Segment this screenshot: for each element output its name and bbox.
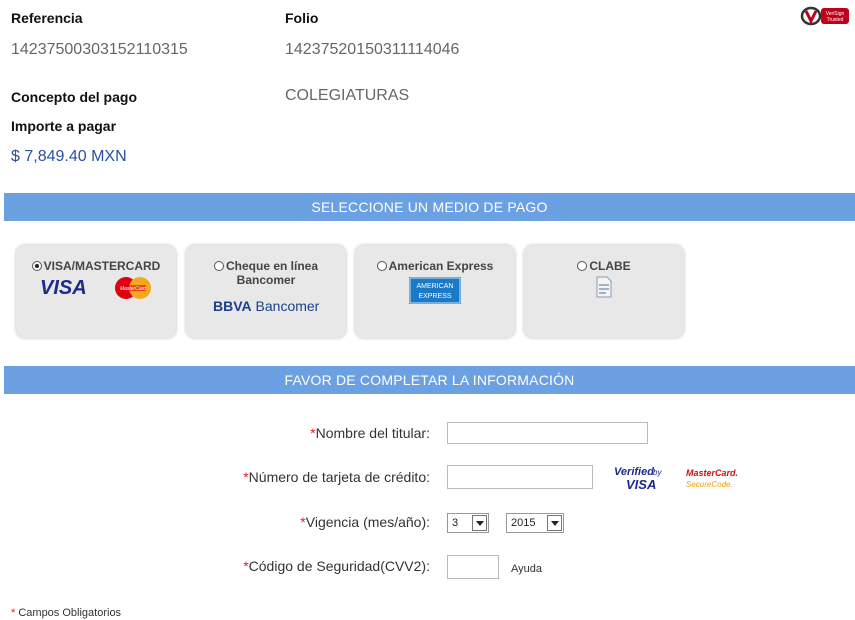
- cvv-input[interactable]: [447, 555, 499, 579]
- radio-cheque-bancomer[interactable]: [213, 261, 224, 271]
- svg-text:by: by: [653, 468, 662, 477]
- cardholder-name-label: *Nombre del titular:: [310, 425, 430, 441]
- required-fields-note: * Campos Obligatorios: [11, 607, 122, 619]
- document-icon: [596, 276, 612, 303]
- referencia-label: Referencia: [11, 10, 83, 26]
- payment-option-label: VISA/MASTERCARD: [43, 259, 161, 273]
- payment-method-header: SELECCIONE UN MEDIO DE PAGO: [4, 193, 855, 221]
- radio-visa-mastercard[interactable]: [31, 261, 42, 271]
- expiry-year-select[interactable]: 2015: [506, 513, 564, 533]
- radio-american-express[interactable]: [376, 261, 387, 271]
- svg-text:AMERICAN: AMERICAN: [417, 283, 454, 290]
- svg-text:Trusted: Trusted: [827, 17, 844, 23]
- verified-by-visa-logo-icon: Verified by VISA: [610, 464, 670, 497]
- form-header: FAVOR DE COMPLETAR LA INFORMACIÓN: [4, 366, 855, 394]
- mastercard-securecode-logo-icon: MasterCard. SecureCode.: [684, 466, 754, 495]
- verisign-badge-icon: VeriSign Trusted: [800, 5, 850, 27]
- radio-clabe[interactable]: [577, 261, 588, 271]
- importe-value: $ 7,849.40 MXN: [11, 148, 127, 165]
- help-link[interactable]: Ayuda: [511, 563, 542, 575]
- payment-option-label: American Express: [388, 259, 494, 273]
- expiry-month-select[interactable]: 3: [447, 513, 489, 533]
- chevron-down-icon[interactable]: [472, 515, 487, 531]
- svg-text:EXPRESS: EXPRESS: [418, 293, 451, 300]
- concepto-label: Concepto del pago: [11, 89, 137, 105]
- chevron-down-icon[interactable]: [547, 515, 562, 531]
- bbva-bancomer-logo-icon: BBVA Bancomer: [213, 298, 320, 314]
- payment-option-label: Cheque en línea Bancomer: [225, 259, 319, 287]
- svg-text:VISA: VISA: [40, 277, 87, 297]
- payment-option-american-express[interactable]: American Express AMERICAN EXPRESS: [355, 245, 515, 338]
- importe-label: Importe a pagar: [11, 118, 117, 134]
- card-number-label: *Número de tarjeta de crédito:: [243, 469, 430, 485]
- svg-text:SecureCode.: SecureCode.: [686, 480, 733, 489]
- folio-value: 14237520150311114046: [285, 41, 460, 58]
- visa-logo-icon: VISA: [40, 277, 98, 302]
- mastercard-logo-icon: MasterCard: [112, 276, 156, 305]
- expiry-label: *Vigencia (mes/año):: [300, 514, 430, 530]
- cvv-label: *Código de Seguridad(CVV2):: [243, 558, 430, 574]
- payment-option-visa-mastercard[interactable]: VISA/MASTERCARD VISA MasterCard: [16, 245, 176, 338]
- svg-text:MasterCard: MasterCard: [120, 286, 146, 292]
- amex-logo-icon: AMERICAN EXPRESS: [409, 277, 461, 309]
- concepto-value: COLEGIATURAS: [285, 87, 410, 104]
- referencia-value: 14237500303152110315: [11, 41, 188, 58]
- cardholder-name-input[interactable]: [447, 422, 648, 444]
- payment-option-clabe[interactable]: CLABE: [524, 245, 684, 338]
- svg-text:MasterCard.: MasterCard.: [686, 468, 738, 478]
- card-number-input[interactable]: [447, 465, 593, 489]
- payment-option-label: CLABE: [589, 259, 631, 273]
- payment-option-cheque-bancomer[interactable]: Cheque en línea Bancomer BBVA Bancomer: [186, 245, 346, 338]
- svg-text:VISA: VISA: [626, 477, 656, 492]
- folio-label: Folio: [285, 10, 319, 26]
